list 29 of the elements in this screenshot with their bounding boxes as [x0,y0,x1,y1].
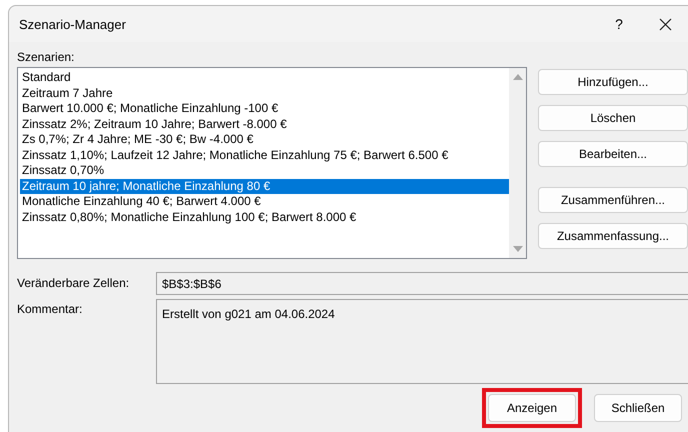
scenario-item[interactable]: Zeitraum 10 jahre; Monatliche Einzahlung 80 € [20,178,509,194]
dialog-button[interactable]: Löschen [538,105,688,131]
scrollbar[interactable] [509,68,526,258]
scenario-item[interactable]: Standard [20,70,509,86]
scenario-item[interactable]: Zinssatz 0,80%; Monatliche Einzahlung 100 €; Barwert 8.000 € [20,210,509,225]
help-button[interactable]: ? [596,6,642,42]
scenario-list[interactable] [17,67,527,259]
scroll-up-icon[interactable] [512,74,522,80]
scenario-item[interactable]: Monatliche Einzahlung 40 €; Barwert 4.000 € [20,194,509,210]
close-icon [658,18,672,30]
scenario-item[interactable]: Zs 0,7%; Zr 4 Jahre; ME -30 €; Bw -4.000 € [20,132,509,148]
dialog-button[interactable]: Hinzufügen... [538,69,688,95]
scenario-item[interactable]: Zinssatz 2%; Zeitraum 10 Jahre; Barwert -8.000 € [20,116,509,132]
scenario-item[interactable]: Zinssatz 0,70% [20,163,509,178]
dialog-button[interactable]: Anzeigen [488,394,576,422]
input-field[interactable]: $B$3:$B$6 [156,272,688,295]
dialog-button[interactable]: Schließen [594,394,682,422]
scenario-item[interactable]: Zinssatz 1,10%; Laufzeit 12 Jahre; Monatliche Einzahlung 75 €; Barwert 6.500 € [20,148,509,163]
dialog-button[interactable]: Zusammenführen... [538,187,688,213]
window-title: Szenario-Manager [19,16,127,32]
field-label: Kommentar: [17,301,84,318]
field-label: Veränderbare Zellen: [17,275,130,292]
dialog-button[interactable]: Bearbeiten... [538,141,688,167]
scenario-item[interactable]: Zeitraum 7 Jahre [20,86,509,101]
scenario-item[interactable]: Barwert 10.000 €; Monatliche Einzahlung -100 € [20,101,509,116]
scroll-down-icon[interactable] [512,246,522,252]
comment-field[interactable]: Erstellt von g021 am 04.06.2024 [156,299,688,384]
scenarios-label: Szenarien: [17,50,76,64]
dialog-button[interactable]: Zusammenfassung... [538,223,688,249]
